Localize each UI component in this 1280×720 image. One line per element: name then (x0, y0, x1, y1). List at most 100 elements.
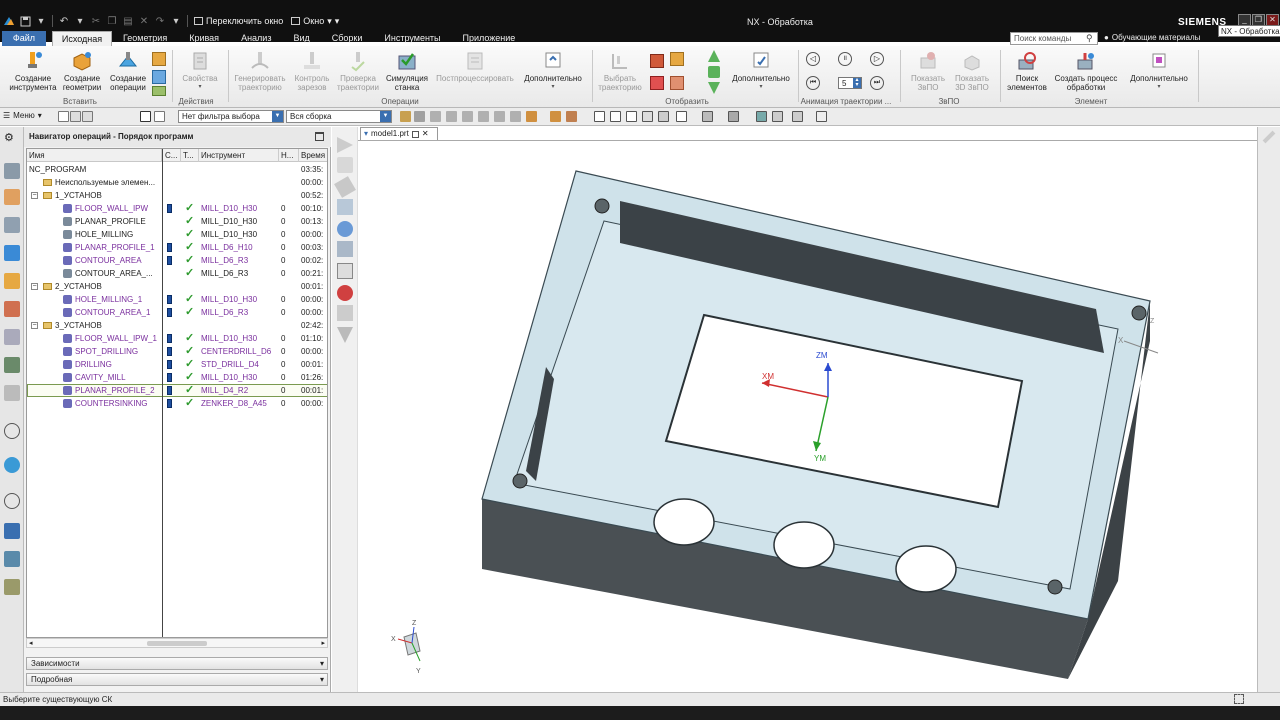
create-operation-button[interactable]: Создание операции (106, 50, 150, 92)
operation-navigator-icon[interactable] (4, 245, 20, 261)
deselect-icon[interactable] (70, 111, 81, 122)
clear-display-icon[interactable] (670, 76, 684, 90)
details-panel[interactable]: Подробная ▾ (26, 673, 328, 686)
save-icon[interactable] (18, 14, 32, 28)
operation-row[interactable]: HOLE_MILLING_1 ✓ MILL_D10_H30 0 00:00: (27, 293, 327, 306)
pause-icon[interactable]: ॥ (838, 52, 852, 66)
dock-icon[interactable] (411, 130, 419, 138)
operation-row[interactable]: CONTOUR_AREA_... ✓ MILL_D6_R3 0 00:21: (27, 267, 327, 280)
tab-file[interactable]: Файл (2, 31, 46, 46)
roles-icon[interactable] (4, 551, 20, 567)
fit-icon[interactable] (594, 111, 605, 122)
gouge-check-button[interactable]: Контроль зарезов (290, 50, 334, 92)
switch-window-button[interactable]: Переключить окно (194, 16, 283, 26)
reuse-library-icon[interactable] (4, 329, 20, 345)
horizontal-scrollbar[interactable]: ◂ ▸ (26, 638, 328, 648)
show-hide-icon[interactable] (756, 111, 767, 122)
animation-speed-stepper[interactable]: 5 ▴ ▾ (838, 77, 862, 89)
step-back-icon[interactable]: ◁ (806, 52, 820, 66)
operation-row[interactable]: DRILLING ✓ STD_DRILL_D4 0 00:01: (27, 358, 327, 371)
end-point-icon[interactable] (430, 111, 441, 122)
stepper-arrows-icon[interactable]: ▴ ▾ (853, 77, 861, 88)
create-method-icon[interactable] (152, 70, 166, 84)
render-style-icon[interactable] (676, 111, 687, 122)
assembly-navigator-icon[interactable] (4, 189, 20, 205)
operation-row[interactable]: SPOT_DRILLING ✓ CENTERDRILL_D6 0 00:00: (27, 345, 327, 358)
zoom-icon[interactable] (610, 111, 621, 122)
create-program-icon[interactable] (152, 52, 166, 66)
operation-row[interactable]: COUNTERSINKING ✓ ZENKER_D8_A45 0 00:00: (27, 397, 327, 410)
orient-view-icon[interactable] (658, 111, 669, 122)
manufacturing-wizard-icon[interactable] (4, 523, 20, 539)
display-more-button[interactable]: Дополнительно ▾ (728, 50, 794, 92)
show-3d-ipw-button[interactable]: Показать 3D ЗвПО (950, 50, 994, 92)
collapse-icon[interactable]: − (31, 283, 38, 290)
program-group-row[interactable]: − 1_УСТАНОВ 00:52: (27, 189, 327, 202)
tool-display-icon[interactable] (670, 52, 684, 66)
view-section-icon[interactable] (728, 111, 739, 122)
column-number[interactable]: Н... (279, 149, 299, 162)
play-icon[interactable]: ▷ (870, 52, 884, 66)
assembly-scope-dropdown[interactable]: Вся сборка ▼ (286, 110, 392, 123)
center-icon[interactable] (494, 111, 505, 122)
operation-row[interactable]: CONTOUR_AREA ✓ MILL_D6_R3 0 00:02: (27, 254, 327, 267)
table-row[interactable]: NC_PROGRAM 03:35: (27, 163, 327, 176)
column-tool[interactable]: Инструмент (199, 149, 279, 162)
operations-more-button[interactable]: Дополнительно ▾ (520, 50, 586, 92)
postprocess-button[interactable]: Постпроцессировать (434, 50, 516, 83)
toolbar-options-icon[interactable]: ▾ (335, 16, 340, 27)
dropdown-chevron-icon[interactable]: ▾ (169, 14, 183, 28)
pan-icon[interactable] (626, 111, 637, 122)
move-down-icon[interactable] (708, 82, 720, 94)
control-point-icon[interactable] (462, 111, 473, 122)
tab-curve[interactable]: Кривая (178, 31, 230, 46)
history-icon[interactable] (4, 423, 20, 439)
hd3d-tools-icon[interactable] (4, 357, 20, 373)
dropdown-chevron-icon[interactable]: ▾ (73, 14, 87, 28)
tab-view[interactable]: Вид (282, 31, 320, 46)
paste-icon[interactable]: ▤ (121, 14, 135, 28)
tab-assemblies[interactable]: Сборки (321, 31, 374, 46)
csys-icon[interactable] (792, 111, 803, 122)
collapse-icon[interactable]: − (31, 192, 38, 199)
blank-path-icon[interactable] (650, 76, 664, 90)
fullscreen-icon[interactable] (1234, 694, 1244, 704)
show-ipw-button[interactable]: Показать ЗвПО (904, 50, 952, 92)
generate-path-button[interactable]: Генерировать траекторию (232, 50, 288, 92)
move-icon[interactable] (708, 66, 720, 78)
delete-icon[interactable]: ✕ (137, 14, 151, 28)
selection-mode-icon[interactable] (82, 111, 93, 122)
quadrant-icon[interactable] (510, 111, 521, 122)
intersection-icon[interactable] (478, 111, 489, 122)
collapse-icon[interactable]: − (31, 322, 38, 329)
column-name[interactable]: Имя (27, 149, 162, 162)
window-menu-button[interactable]: Окно ▾ ▾ (291, 16, 339, 27)
dropdown-chevron-icon[interactable]: ▾ (34, 14, 48, 28)
operation-row[interactable]: CAVITY_MILL ✓ MILL_D10_H30 0 01:26: (27, 371, 327, 384)
machine-simulation-button[interactable]: Симуляция станка (382, 50, 432, 92)
model-view[interactable]: XM ZM YM X Z X Z Y (358, 140, 1257, 692)
part-navigator-icon[interactable] (4, 163, 20, 179)
operation-row[interactable]: HOLE_MILLING ✓ MILL_D10_H30 0 00:00: (27, 228, 327, 241)
column-state[interactable]: С... (163, 149, 181, 162)
repeat-icon[interactable]: ↷ (153, 14, 167, 28)
mid-point-icon[interactable] (446, 111, 457, 122)
maximize-icon[interactable] (315, 132, 324, 141)
import-icon[interactable] (152, 86, 166, 96)
toolpath-icon[interactable] (337, 137, 353, 153)
machine-view-icon[interactable] (337, 221, 353, 237)
feature-more-button[interactable]: Дополнительно ▾ (1124, 50, 1194, 92)
point-on-face-icon[interactable] (566, 111, 577, 122)
fast-forward-icon[interactable]: ⏭ (870, 76, 884, 90)
measure-tool-icon[interactable] (1262, 130, 1276, 144)
scrollbar-thumb[interactable] (147, 641, 207, 646)
filter-icon[interactable] (337, 327, 353, 343)
program-group-row[interactable]: − 2_УСТАНОВ 00:01: (27, 280, 327, 293)
create-tool-button[interactable]: Создание инструмента (8, 50, 58, 92)
find-features-button[interactable]: Поиск элементов (1004, 50, 1050, 92)
geometry-view-icon[interactable] (337, 199, 353, 215)
web-browser-icon[interactable] (4, 385, 20, 401)
move-up-icon[interactable] (708, 50, 720, 62)
dependencies-panel[interactable]: Зависимости ▾ (26, 657, 328, 670)
table-row[interactable]: Неиспользуемые элемен... 00:00: (27, 176, 327, 189)
